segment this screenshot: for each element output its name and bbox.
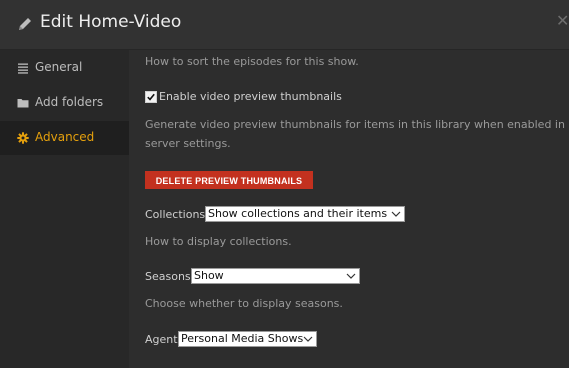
close-icon[interactable]: ✕	[556, 11, 569, 30]
checkmark-icon	[147, 93, 155, 101]
preview-thumbnails-checkbox[interactable]	[145, 91, 157, 103]
sidebar-item-label: Add folders	[35, 95, 104, 109]
sidebar-item-general[interactable]: General	[0, 51, 129, 85]
agent-label: Agent	[145, 333, 178, 346]
seasons-help: Choose whether to display seasons.	[145, 297, 343, 310]
agent-select-value: Personal Media Shows	[181, 332, 304, 345]
sidebar-item-advanced[interactable]: Advanced	[0, 121, 129, 155]
collections-help: How to display collections.	[145, 235, 292, 248]
dialog-header: Edit Home-Video ✕	[0, 0, 569, 50]
collections-label: Collections	[145, 208, 206, 221]
gear-icon	[17, 132, 29, 144]
list-icon	[18, 63, 28, 74]
seasons-select-value: Show	[194, 269, 224, 282]
dialog-title: Edit Home-Video	[40, 12, 182, 32]
preview-thumbnails-help: Generate video preview thumbnails for it…	[145, 118, 565, 131]
chevron-down-icon	[391, 211, 401, 217]
edit-library-dialog: Edit Home-Video ✕ General Add folders Ad…	[0, 0, 569, 368]
chevron-down-icon	[303, 336, 313, 342]
seasons-label: Seasons	[145, 270, 191, 283]
chevron-down-icon	[346, 273, 356, 279]
advanced-settings-panel: How to sort the episodes for this show. …	[129, 50, 569, 368]
episode-sort-help: How to sort the episodes for this show.	[145, 55, 359, 68]
seasons-select[interactable]: Show	[191, 268, 360, 284]
collections-select-value: Show collections and their items	[208, 207, 388, 220]
pencil-icon	[19, 18, 31, 30]
sidebar-item-label: General	[35, 60, 83, 74]
sidebar: General Add folders Advanced	[0, 50, 129, 368]
preview-thumbnails-label[interactable]: Enable video preview thumbnails	[159, 90, 342, 103]
preview-thumbnails-help-2: server settings.	[145, 137, 231, 150]
folder-icon	[17, 99, 29, 108]
sidebar-item-label: Advanced	[35, 130, 95, 144]
collections-select[interactable]: Show collections and their items	[205, 206, 405, 222]
delete-preview-thumbnails-button[interactable]: DELETE PREVIEW THUMBNAILS	[145, 171, 313, 189]
agent-select[interactable]: Personal Media Shows	[178, 331, 317, 347]
sidebar-item-add-folders[interactable]: Add folders	[0, 86, 129, 120]
